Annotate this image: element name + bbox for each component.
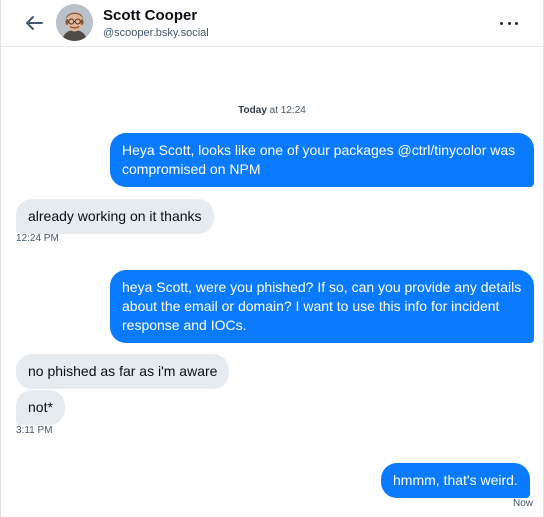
message-bubble-outgoing[interactable]: heya Scott, were you phished? If so, can… [110, 270, 534, 343]
back-button[interactable] [21, 10, 47, 36]
message-timestamp: 12:24 PM [16, 233, 59, 244]
message-bubble-outgoing[interactable]: hmmm, that's weird. [381, 463, 530, 498]
contact-handle: @scooper.bsky.social [103, 27, 209, 39]
message-bubble-incoming[interactable]: not* [16, 390, 65, 425]
chat-header: Scott Cooper @scooper.bsky.social [1, 0, 543, 47]
chat-window: Scott Cooper @scooper.bsky.social Today … [0, 0, 544, 517]
contact-name[interactable]: Scott Cooper [103, 7, 197, 24]
arrow-left-icon [26, 16, 43, 30]
avatar-image [56, 4, 93, 41]
message-bubble-incoming[interactable]: no phished as far as i'm aware [16, 354, 230, 389]
message-timestamp: 3:11 PM [16, 425, 53, 436]
message-timestamp: Now [512, 498, 533, 509]
ellipsis-icon [500, 21, 503, 25]
message-bubble-outgoing[interactable]: Heya Scott, looks like one of your packa… [110, 133, 534, 187]
date-separator: Today at 12:24 [1, 105, 543, 116]
date-separator-day: Today [238, 105, 267, 116]
more-options-button[interactable] [497, 13, 521, 33]
date-separator-time: at 12:24 [269, 105, 306, 116]
avatar[interactable] [56, 4, 93, 41]
message-bubble-incoming[interactable]: already working on it thanks [16, 199, 214, 234]
